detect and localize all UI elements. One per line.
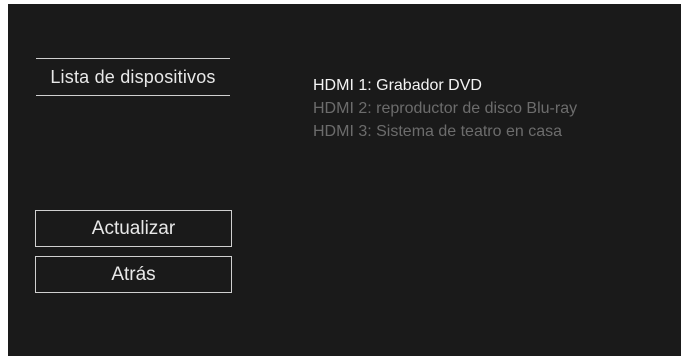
- device-item-hdmi-1[interactable]: HDMI 1: Grabador DVD: [313, 74, 577, 97]
- device-list: HDMI 1: Grabador DVD HDMI 2: reproductor…: [313, 74, 577, 143]
- device-list-title: Lista de dispositivos: [36, 58, 230, 96]
- update-button[interactable]: Actualizar: [35, 210, 232, 247]
- device-item-hdmi-3[interactable]: HDMI 3: Sistema de teatro en casa: [313, 120, 577, 143]
- device-item-hdmi-2[interactable]: HDMI 2: reproductor de disco Blu-ray: [313, 97, 577, 120]
- tv-screen: Lista de dispositivos HDMI 1: Grabador D…: [8, 4, 681, 356]
- back-button[interactable]: Atrás: [35, 256, 232, 293]
